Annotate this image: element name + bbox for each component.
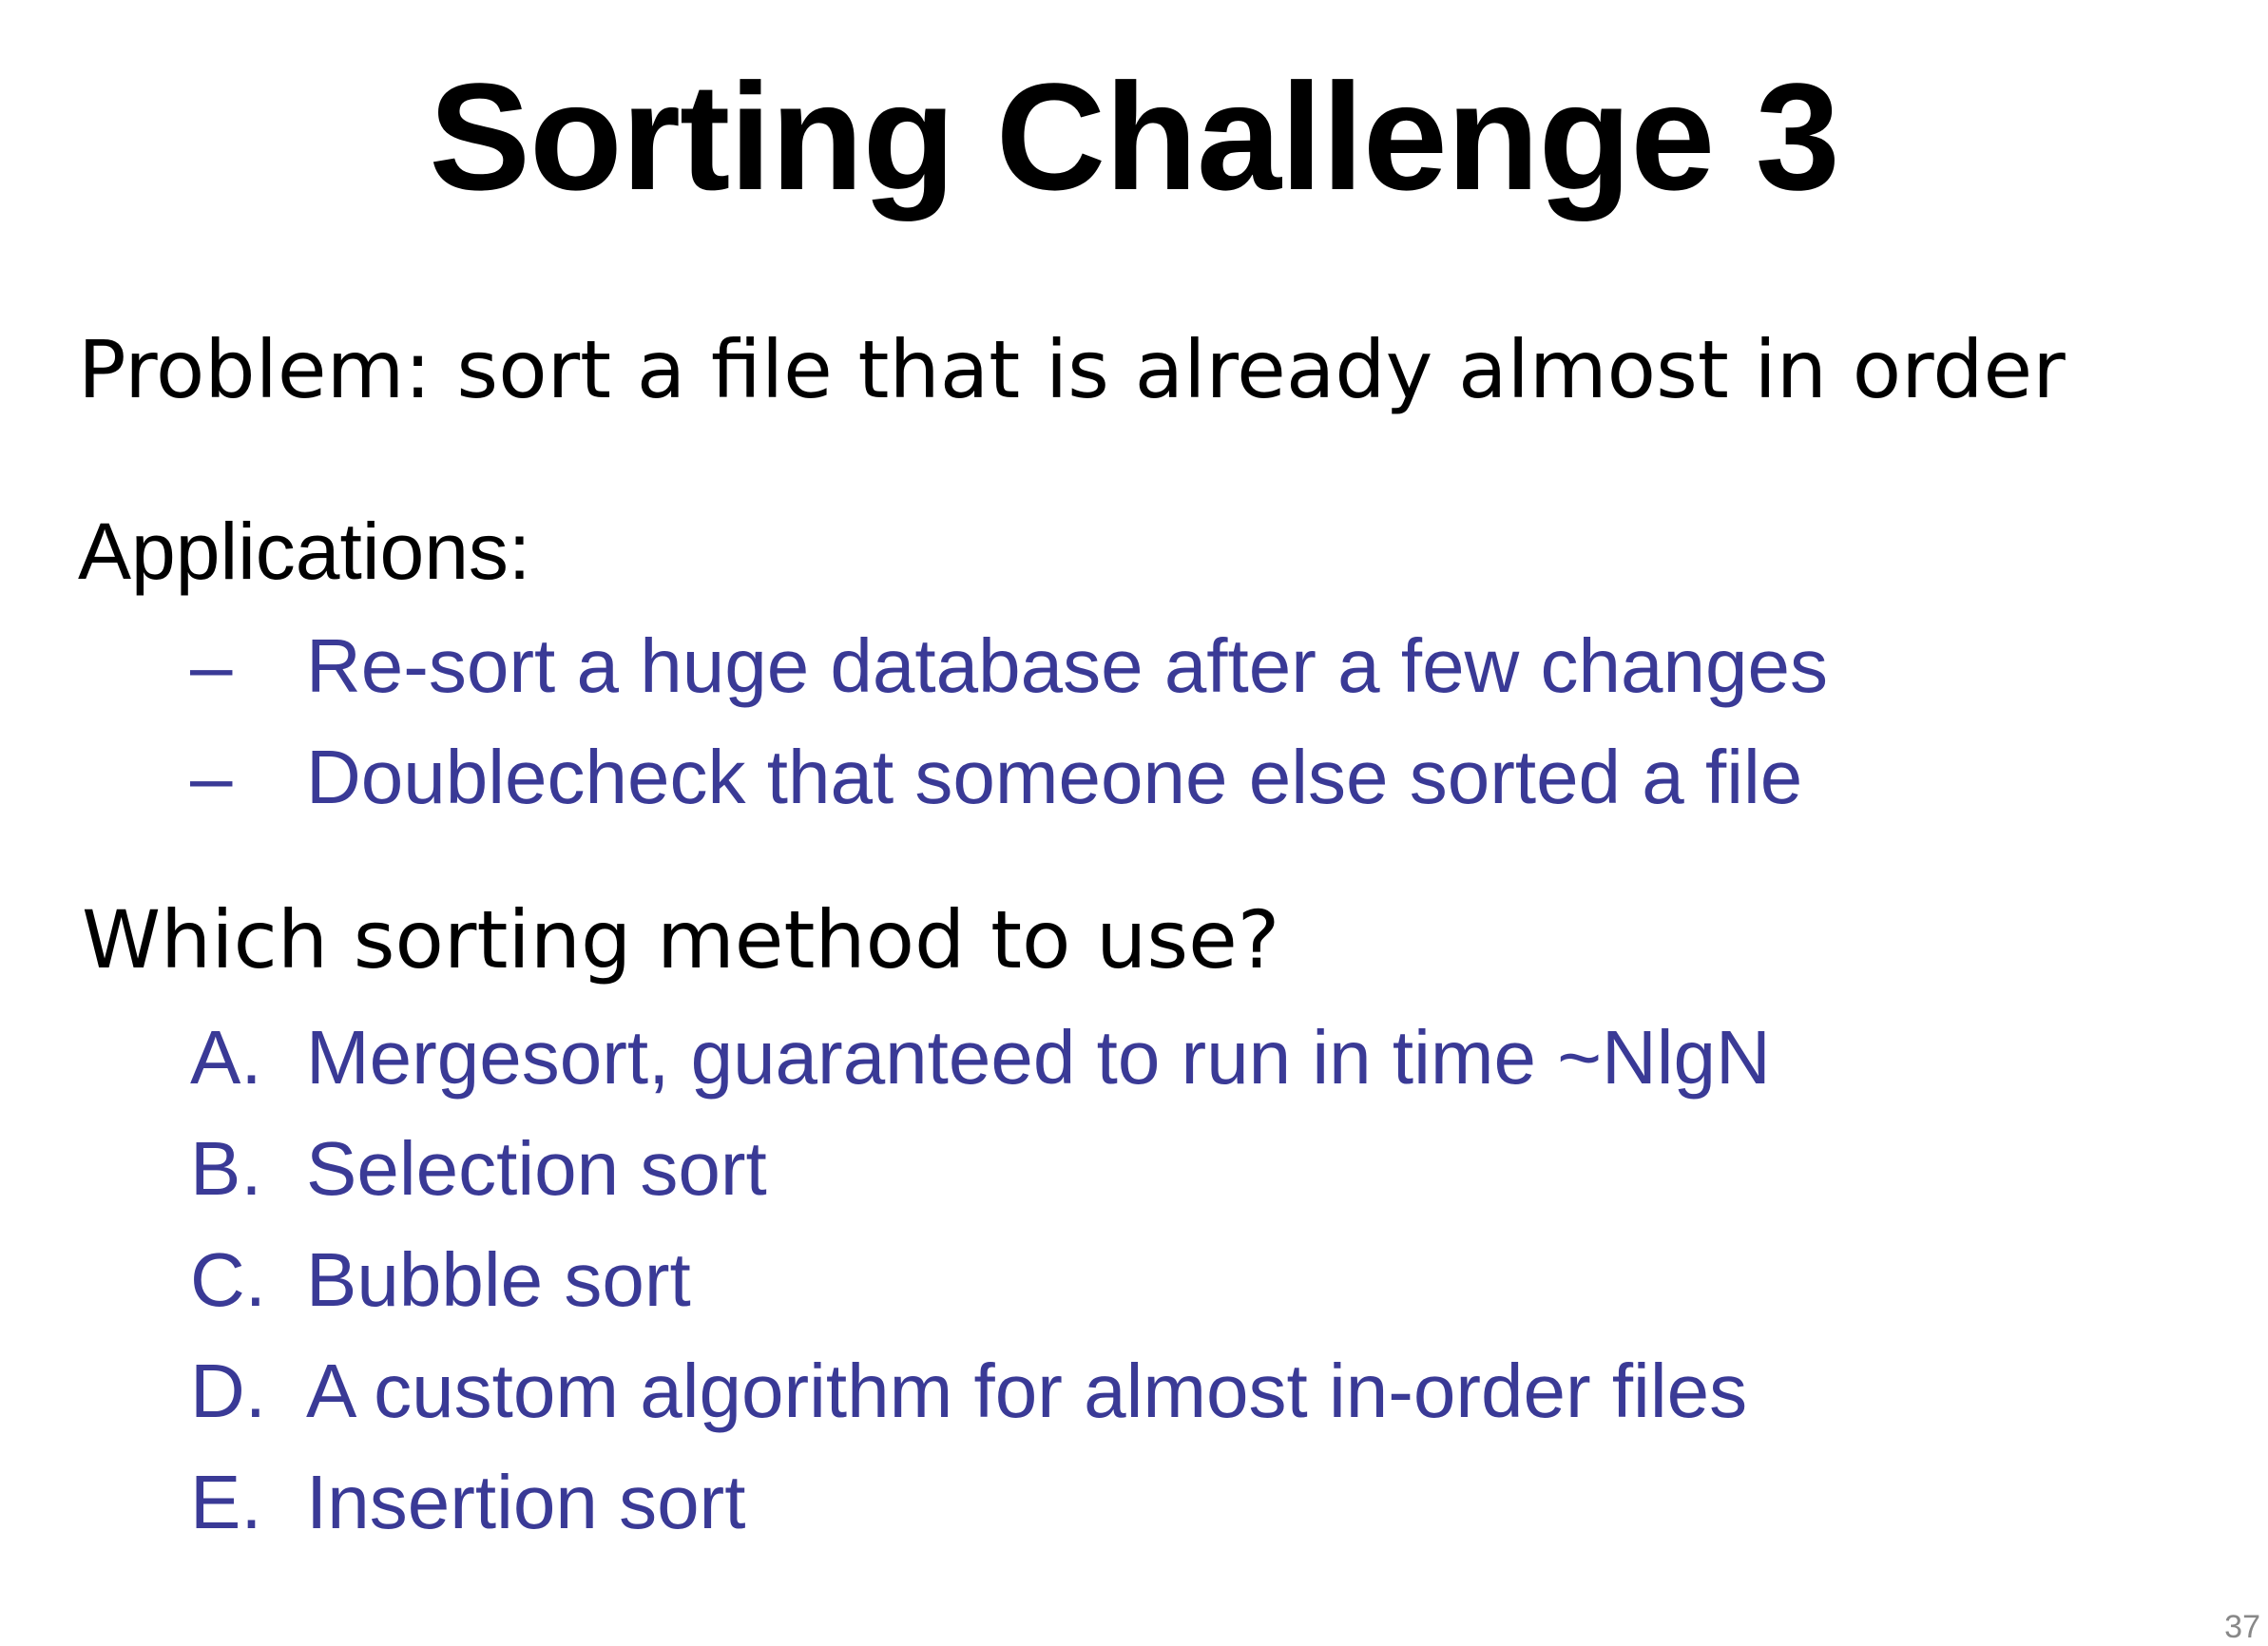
option-marker: E. (190, 1460, 262, 1544)
problem-statement: Problem: sort a file that is already alm… (78, 323, 2066, 416)
question: Which sorting method to use? (82, 893, 1280, 986)
option-marker: A. (190, 1015, 262, 1100)
page-number: 37 (2224, 1609, 2260, 1645)
slide: Sorting Challenge 3 Problem: sort a file… (0, 0, 2268, 1645)
slide-title: Sorting Challenge 3 (429, 51, 1839, 221)
option-text: Mergesort, guaranteed to run in time ~Nl… (306, 1015, 1771, 1100)
list-marker: – (190, 623, 233, 708)
option-text: Bubble sort (306, 1237, 691, 1322)
list-item-text: Re-sort a huge database after a few chan… (306, 623, 1829, 708)
option-text: A custom algorithm for almost in-order f… (306, 1349, 1748, 1433)
applications-heading: Applications: (78, 507, 531, 596)
list-item-text: Doublecheck that someone else sorted a f… (306, 735, 1803, 819)
option-text: Selection sort (306, 1126, 767, 1211)
option-text: Insertion sort (306, 1460, 746, 1544)
list-marker: – (190, 735, 233, 819)
option-marker: D. (190, 1349, 266, 1433)
option-marker: C. (190, 1237, 266, 1322)
option-marker: B. (190, 1126, 262, 1211)
